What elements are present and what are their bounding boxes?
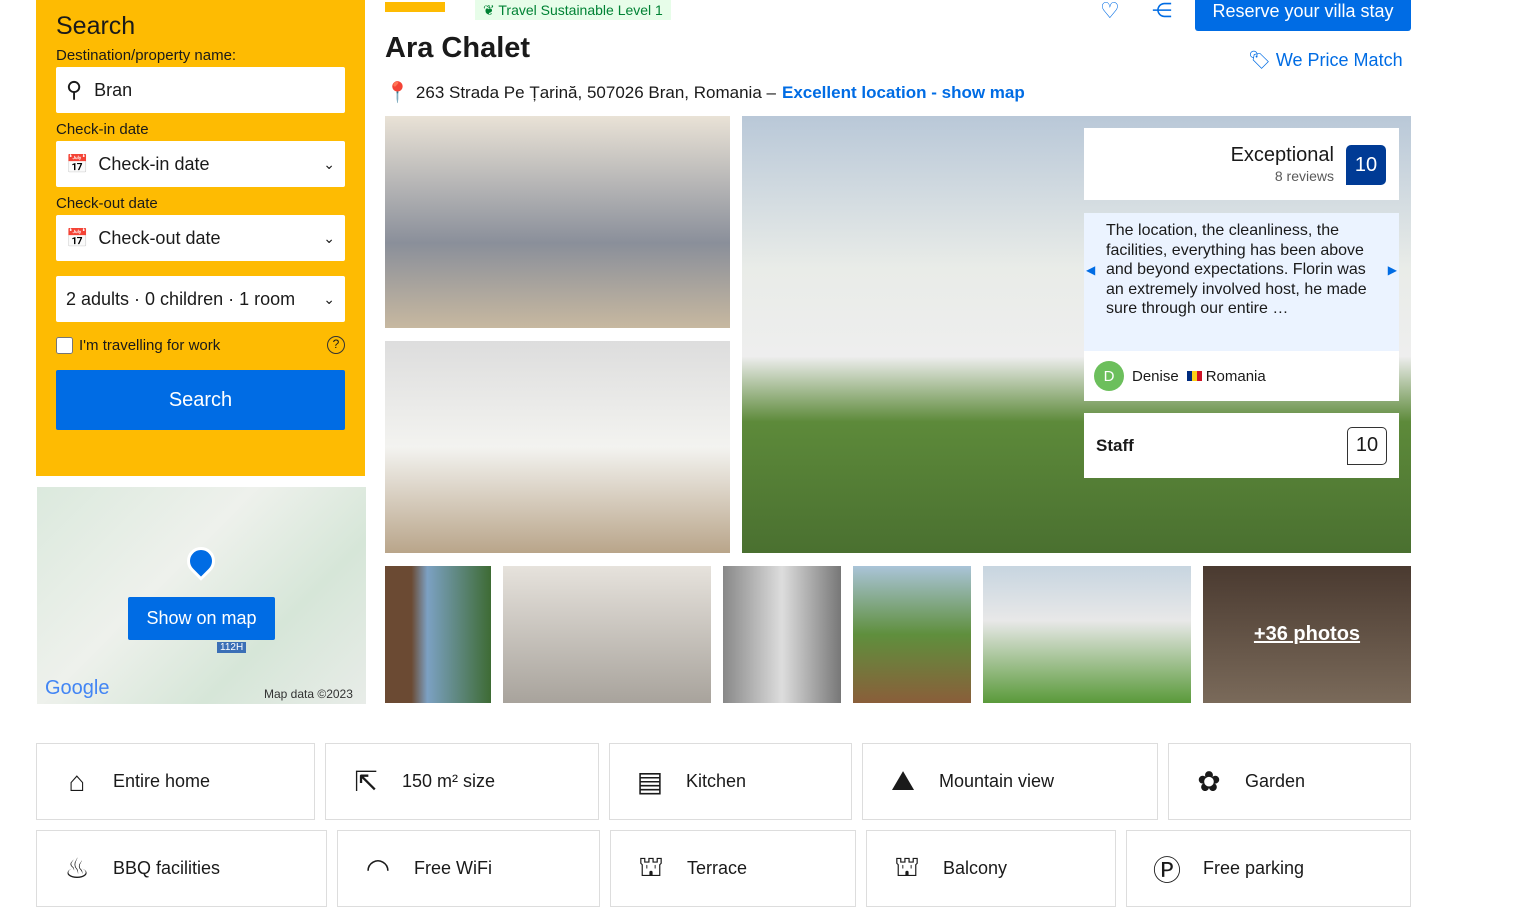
parking-icon: Ⓟ bbox=[1152, 854, 1181, 886]
chevron-down-icon: ⌄ bbox=[323, 290, 335, 307]
calendar-icon: 📅 bbox=[66, 227, 89, 248]
reviewer: D Denise Romania bbox=[1084, 351, 1399, 401]
staff-score: Staff 10 bbox=[1084, 413, 1399, 478]
map-credit: Map data ©2023 bbox=[264, 687, 353, 701]
map-pin-icon bbox=[181, 541, 221, 581]
price-match-link[interactable]: 🏷 We Price Match bbox=[1248, 50, 1403, 71]
amenity-item: ✿ Garden bbox=[1168, 743, 1411, 820]
leaf-icon: ❦ bbox=[483, 2, 499, 18]
amenity-item: ⛫ Terrace bbox=[610, 830, 856, 907]
amenity-item: ⛰ Mountain view bbox=[862, 743, 1158, 820]
map-preview[interactable]: Show on map 112H Google Map data ©2023 bbox=[37, 487, 366, 704]
bbq-icon: ♨ bbox=[64, 853, 90, 884]
chevron-down-icon: ⌄ bbox=[323, 229, 335, 246]
guests-select[interactable]: 2 adults · 0 children · 1 room ⌄ bbox=[56, 276, 345, 322]
share-icon[interactable]: ⋲ bbox=[1152, 0, 1172, 23]
google-logo: Google bbox=[45, 677, 110, 699]
amenity-item: ▤ Kitchen bbox=[609, 743, 852, 820]
photo-thumb-4[interactable] bbox=[853, 566, 971, 703]
review-snippet: The location, the cleanliness, the facil… bbox=[1084, 213, 1399, 351]
photo-thumb-3[interactable] bbox=[723, 566, 841, 703]
wifi-icon: ◠ bbox=[365, 853, 391, 884]
help-icon[interactable]: ? bbox=[327, 336, 345, 354]
amenity-item: ◠ Free WiFi bbox=[337, 830, 600, 907]
search-panel: Search Destination/property name: ⚲ Bran … bbox=[36, 0, 365, 476]
checkin-label: Check-in date bbox=[56, 121, 149, 138]
tag-icon: 🏷 bbox=[1248, 50, 1271, 70]
search-button[interactable]: Search bbox=[56, 370, 345, 430]
checkin-input[interactable]: 📅 Check-in date ⌄ bbox=[56, 141, 345, 187]
photo-thumb-5[interactable] bbox=[983, 566, 1191, 703]
heart-icon[interactable]: ♡ bbox=[1100, 0, 1120, 24]
photo-thumb-1[interactable] bbox=[385, 566, 491, 703]
property-title: Ara Chalet bbox=[385, 32, 531, 64]
review-score-card[interactable]: Exceptional 8 reviews 10 bbox=[1084, 128, 1399, 200]
checkout-input[interactable]: 📅 Check-out date ⌄ bbox=[56, 215, 345, 261]
romania-flag-icon bbox=[1186, 371, 1202, 381]
search-icon: ⚲ bbox=[66, 77, 83, 102]
previous-review-icon[interactable]: ◀ bbox=[1086, 261, 1095, 281]
search-title: Search bbox=[56, 12, 136, 40]
checkout-label: Check-out date bbox=[56, 195, 158, 212]
house-icon: ⌂ bbox=[68, 765, 86, 797]
destination-input[interactable]: ⚲ Bran bbox=[56, 67, 345, 113]
sustainable-badge: ❦ Travel Sustainable Level 1 bbox=[475, 0, 671, 20]
amenity-item: Ⓟ Free parking bbox=[1126, 830, 1411, 907]
review-count: 8 reviews bbox=[1274, 168, 1334, 184]
road-label: 112H bbox=[217, 642, 247, 653]
calendar-icon: 📅 bbox=[66, 153, 89, 174]
balcony-icon: ⛫ bbox=[894, 850, 920, 882]
rating-label: Exceptional bbox=[1230, 144, 1334, 166]
score-badge: 10 bbox=[1346, 145, 1386, 185]
work-label: I'm travelling for work bbox=[79, 336, 221, 354]
amenity-item: ⇱ 150 m² size bbox=[325, 743, 599, 820]
amenity-item: ♨ BBQ facilities bbox=[36, 830, 327, 907]
photo-living-room[interactable] bbox=[385, 116, 730, 328]
address: 📍 263 Strada Pe Țarină, 507026 Bran, Rom… bbox=[385, 82, 1025, 104]
amenity-item: ⛫ Balcony bbox=[866, 830, 1116, 907]
more-photos-button[interactable]: +36 photos bbox=[1203, 566, 1411, 703]
mountain-icon: ⛰ bbox=[891, 765, 915, 796]
kitchen-icon: ▤ bbox=[636, 766, 664, 797]
next-review-icon[interactable]: ▶ bbox=[1388, 261, 1397, 281]
reserve-button[interactable]: Reserve your villa stay bbox=[1195, 0, 1411, 31]
show-map-link[interactable]: Excellent location - show map bbox=[782, 83, 1025, 103]
star-rating bbox=[385, 2, 445, 12]
amenity-item: ⌂ Entire home bbox=[36, 743, 315, 820]
garden-icon: ✿ bbox=[1197, 766, 1221, 797]
photo-thumb-2[interactable] bbox=[503, 566, 711, 703]
show-on-map-button[interactable]: Show on map bbox=[128, 597, 275, 640]
avatar: D bbox=[1094, 361, 1124, 391]
photo-main-exterior[interactable]: Exceptional 8 reviews 10 The location, t… bbox=[742, 116, 1411, 553]
destination-label: Destination/property name: bbox=[56, 47, 237, 64]
location-pin-icon: 📍 bbox=[385, 82, 410, 104]
work-checkbox[interactable] bbox=[56, 336, 73, 354]
size-icon: ⇱ bbox=[354, 766, 378, 797]
photo-kitchen[interactable] bbox=[385, 341, 730, 553]
chevron-down-icon: ⌄ bbox=[323, 155, 335, 172]
terrace-icon: ⛫ bbox=[638, 850, 664, 882]
